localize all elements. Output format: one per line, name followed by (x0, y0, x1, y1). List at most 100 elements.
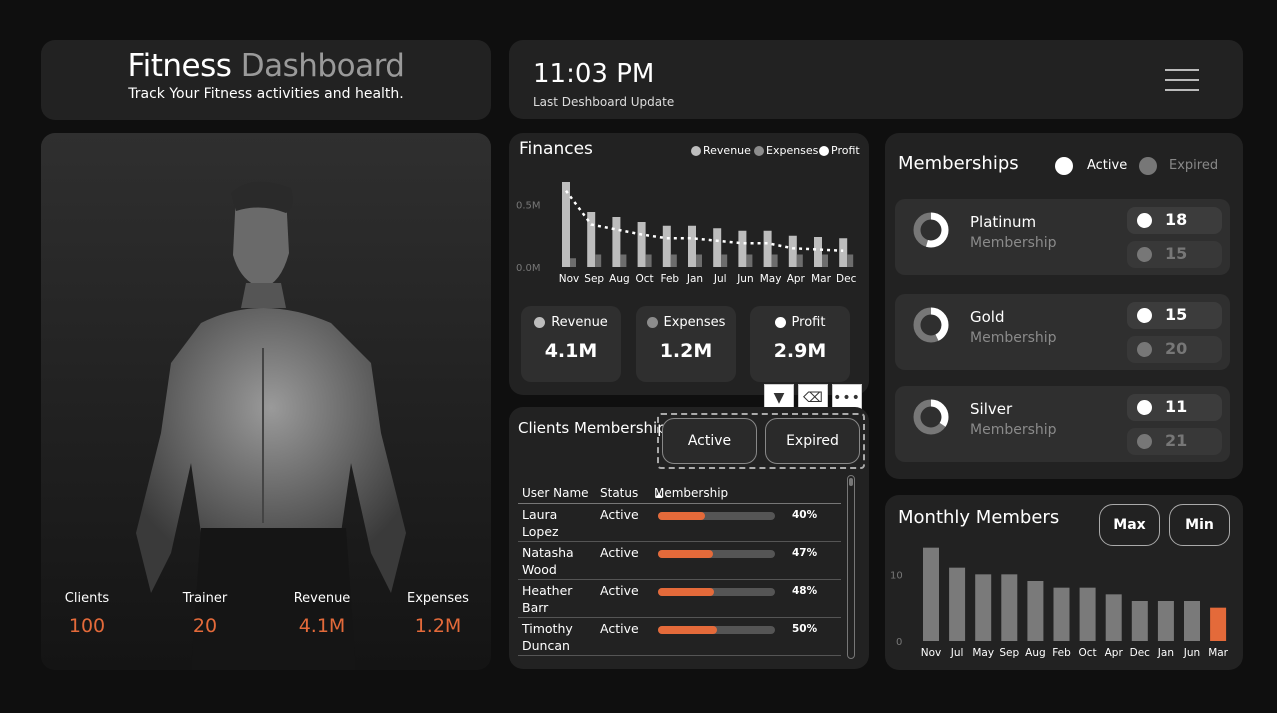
x-tick-label: Jun (1183, 647, 1200, 659)
expired-toggle-button[interactable]: Expired (765, 418, 860, 464)
expired-count: 20 (1165, 339, 1188, 358)
expenses-bar (570, 258, 576, 267)
x-tick-label: Mar (811, 273, 831, 285)
athlete-image (136, 181, 406, 670)
x-tick-label: Oct (636, 273, 654, 285)
membership-donut-icon (913, 307, 949, 343)
revenue-bar (562, 182, 570, 267)
user-status: Active (600, 583, 639, 598)
kpi-profit: Profit 2.9M (750, 306, 850, 382)
kpi-value: 1.2M (659, 340, 713, 362)
membership-percent: 47% (792, 547, 818, 559)
expired-count: 21 (1165, 431, 1188, 450)
x-tick-label: May (972, 647, 994, 659)
revenue-bar (763, 230, 772, 267)
member-bar (1184, 601, 1200, 641)
active-dot-icon (1137, 213, 1152, 228)
table-row[interactable]: Heather Barr Active 48% (518, 580, 841, 618)
legend-active[interactable]: Active (1087, 158, 1127, 173)
expired-dot-icon (1139, 157, 1157, 175)
active-count-pill: 18 (1127, 207, 1222, 234)
membership-name: Gold (970, 308, 1005, 326)
x-tick-label: Mar (1208, 647, 1228, 659)
stat-label: Clients (64, 591, 110, 606)
page-title: Fitness Dashboard (41, 48, 491, 84)
profit-line (564, 190, 844, 252)
membership-donut-icon (913, 399, 949, 435)
hamburger-icon[interactable] (1165, 69, 1199, 99)
stat-clients: Clients 100 (41, 591, 137, 637)
stat-value: 4.1M (298, 615, 346, 637)
table-row[interactable]: Laura Lopez Active 40% (518, 504, 841, 542)
membership-sub: Membership (970, 330, 1057, 346)
update-card: 11:03 PM Last Deshboard Update (509, 40, 1243, 119)
monthly-members-chart: 0 10 Nov Jul May Sep Aug Feb Oct Apr Dec Jan Jun Mar (890, 547, 1229, 659)
x-tick-label: Apr (1105, 647, 1124, 659)
stat-label: Trainer (182, 591, 228, 606)
membership-bar (658, 588, 775, 596)
col-username[interactable]: User Name (522, 486, 589, 500)
expenses-bar (645, 254, 652, 267)
finances-card: Finances Revenue Expenses Profit 0.0M 0.5… (509, 133, 869, 395)
membership-name: Silver (970, 400, 1013, 418)
col-membership[interactable]: Membership (654, 486, 728, 500)
membership-row-platinum: Platinum Membership 18 15 (895, 199, 1230, 275)
revenue-bar (738, 230, 747, 267)
user-name: Laura Lopez (522, 507, 559, 539)
stat-value: 20 (192, 615, 218, 637)
table-row[interactable]: Natasha Wood Active 47% (518, 542, 841, 580)
expenses-bar (721, 254, 728, 267)
member-bar (975, 574, 992, 641)
membership-bar-fill (658, 512, 705, 520)
membership-bar (658, 626, 775, 634)
y-tick-label: 0 (896, 637, 902, 648)
user-name: Natasha Wood (522, 545, 574, 577)
stat-label: Revenue (293, 591, 351, 606)
x-tick-label: Jul (713, 273, 727, 285)
x-tick-label: May (760, 273, 782, 285)
stat-trainer: Trainer 20 (155, 591, 255, 637)
revenue-bar (814, 237, 822, 267)
revenue-bar (688, 225, 696, 267)
col-status[interactable]: Status (600, 486, 638, 500)
expired-dot-icon (1137, 342, 1152, 357)
membership-bar-fill (658, 550, 713, 558)
revenue-bar (788, 235, 797, 267)
x-tick-label: Aug (609, 273, 630, 285)
membership-row-gold: Gold Membership 15 20 (895, 294, 1230, 370)
active-count-pill: 15 (1127, 302, 1222, 329)
active-dot-icon (1137, 308, 1152, 323)
membership-sub: Membership (970, 422, 1057, 438)
x-tick-label: Feb (1052, 647, 1071, 659)
revenue-dot-icon (534, 317, 546, 328)
title-part-dashboard: Dashboard (240, 48, 405, 84)
active-count: 18 (1165, 210, 1188, 229)
y-tick-label: 0.5M (516, 201, 541, 212)
x-tick-label: Nov (921, 647, 942, 659)
member-bar (1210, 607, 1227, 641)
profit-dot-icon (774, 317, 786, 328)
expenses-dot-icon (646, 317, 658, 328)
x-tick-label: Nov (559, 273, 580, 285)
x-tick-label: Feb (661, 273, 680, 285)
expenses-bar (696, 254, 702, 267)
legend-expired[interactable]: Expired (1169, 158, 1218, 173)
member-bar (1053, 587, 1070, 641)
member-bar (1079, 587, 1096, 641)
expenses-bar (620, 254, 627, 267)
kpi-value: 4.1M (544, 340, 598, 362)
y-tick-label: 10 (890, 570, 903, 581)
x-tick-label: Jun (736, 273, 753, 285)
active-toggle-button[interactable]: Active (662, 418, 757, 464)
x-tick-label: Aug (1025, 647, 1046, 659)
table-scrollbar[interactable] (847, 475, 855, 659)
revenue-bar (839, 238, 848, 267)
membership-bar (658, 512, 775, 520)
kpi-label: Revenue (551, 315, 608, 330)
member-bar (1027, 581, 1044, 641)
user-status: Active (600, 507, 639, 522)
active-count-pill: 11 (1127, 394, 1222, 421)
table-row[interactable]: Timothy Duncan Active 50% (518, 618, 841, 656)
expired-dot-icon (1137, 247, 1152, 262)
kpi-label: Profit (791, 315, 826, 330)
